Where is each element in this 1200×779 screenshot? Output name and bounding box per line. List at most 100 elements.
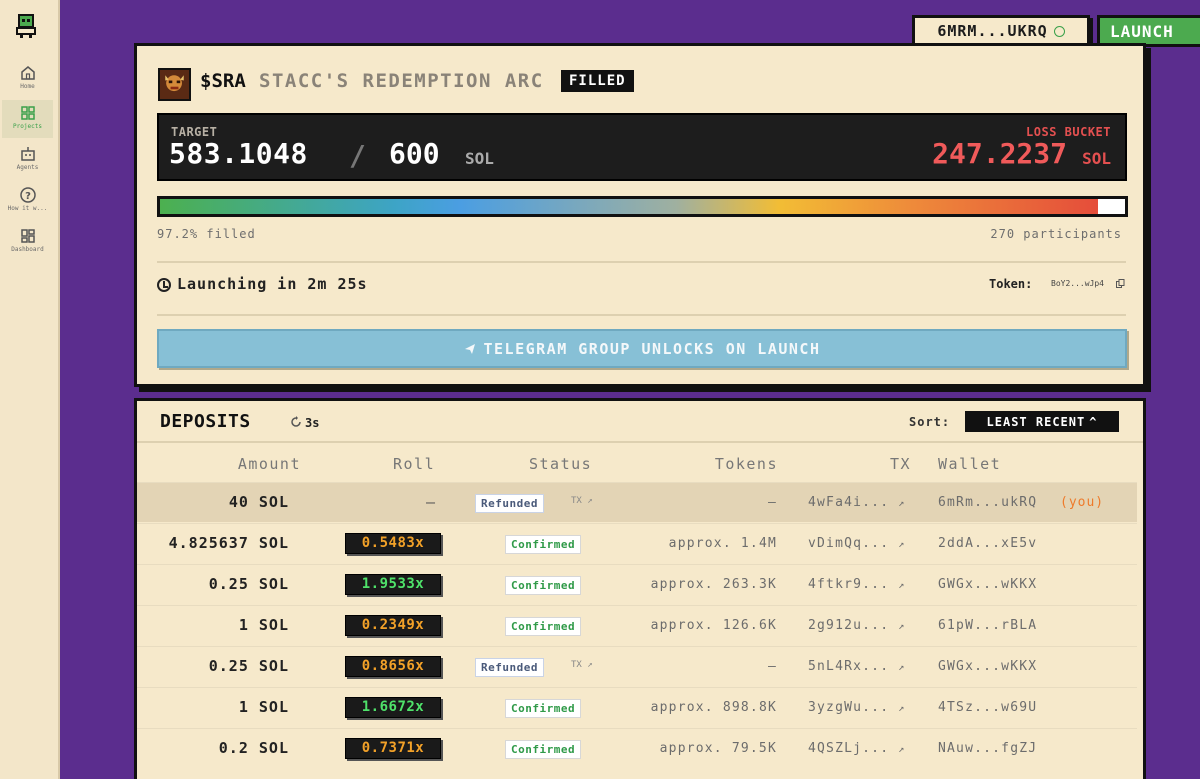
external-link-icon: ↗ <box>898 498 906 509</box>
table-row[interactable]: 0.25 SOL 0.8656x Refunded TX ↗ — 5nL4Rx... ↗ G… <box>137 646 1137 686</box>
tokens-cell: approx. 126.6K <box>650 618 777 633</box>
tx-link[interactable]: vDimQq... ↗ <box>808 536 906 551</box>
table-row[interactable]: 0.25 SOL 1.9533x Confirmed approx. 263.3K 4f… <box>137 564 1137 604</box>
tokens-cell: approx. 263.3K <box>650 577 777 592</box>
sidebar-item-agents[interactable]: Agents <box>2 141 53 179</box>
sidebar-item-label: Agents <box>16 164 39 171</box>
grid-icon <box>20 106 35 120</box>
sort-dropdown[interactable]: LEAST RECENT ^ <box>965 411 1119 432</box>
status-badge: Refunded <box>475 658 544 677</box>
loss-bucket-unit: SOL <box>1082 149 1111 168</box>
tx-link[interactable]: 2g912u... ↗ <box>808 618 906 633</box>
wallet-cell[interactable]: 6mRm...ukRQ <box>938 495 1037 510</box>
status-badge: Confirmed <box>505 699 582 718</box>
target-unit: SOL <box>465 149 494 168</box>
tx-link[interactable]: 4wFa4i... ↗ <box>808 495 906 510</box>
wallet-address: 6MRM...UKRQ <box>937 22 1048 40</box>
divider <box>157 314 1126 316</box>
table-row[interactable]: 0.2 SOL 0.7371x Confirmed approx. 79.5K 4QSZ… <box>137 728 1137 768</box>
sort-value: LEAST RECENT <box>986 414 1086 429</box>
external-link-icon: ↗ <box>898 703 906 714</box>
sidebar-item-label: Projects <box>13 123 42 130</box>
tx-link[interactable]: 4QSZLj... ↗ <box>808 741 906 756</box>
status-badge: Confirmed <box>505 740 582 759</box>
table-header: Amount Roll Status Tokens TX Wallet <box>137 441 1143 482</box>
amount-cell: 0.25 SOL <box>208 575 289 593</box>
roll-badge: 0.8656x <box>345 656 441 677</box>
check-circle-icon <box>1053 25 1065 37</box>
sidebar-item-projects[interactable]: Projects <box>2 100 53 138</box>
tokens-cell: approx. 1.4M <box>668 536 777 551</box>
refresh-icon[interactable] <box>290 416 302 428</box>
wallet-cell[interactable]: GWGx...wKKX <box>938 659 1037 674</box>
you-tag: (you) <box>1060 495 1105 510</box>
amount-cell: 4.825637 SOL <box>168 534 289 552</box>
target-max: 600 <box>389 137 440 170</box>
tx-hash: 3yzgWu... <box>808 700 890 715</box>
wallet-cell[interactable]: 61pW...rBLA <box>938 618 1037 633</box>
token-label: Token: <box>989 277 1033 291</box>
table-row[interactable]: 4.825637 SOL 0.5483x Confirmed approx. 1.4M… <box>137 523 1137 563</box>
status-badge: Confirmed <box>505 576 582 595</box>
sidebar-item-how-it-works[interactable]: ? How it w... <box>2 182 53 220</box>
wallet-cell[interactable]: 4TSz...w69U <box>938 700 1037 715</box>
roll-badge: 0.7371x <box>345 738 441 759</box>
roll-badge: 0.5483x <box>345 533 441 554</box>
sidebar-item-home[interactable]: Home <box>2 60 53 98</box>
column-header-amount[interactable]: Amount <box>238 455 301 473</box>
sidebar-item-label: Dashboard <box>11 246 44 253</box>
token-address[interactable]: BoY2...wJp4 <box>1051 279 1104 288</box>
progress-bar <box>157 196 1128 217</box>
tokens-cell: approx. 898.8K <box>650 700 777 715</box>
wallet-cell[interactable]: 2ddA...xE5v <box>938 536 1037 551</box>
tokens-cell: — <box>767 659 777 674</box>
copy-icon[interactable] <box>1116 279 1125 288</box>
question-icon: ? <box>19 187 36 203</box>
status-badge: Confirmed <box>505 535 582 554</box>
tx-hash: 4wFa4i... <box>808 495 890 510</box>
tx-hash: 4ftkr9... <box>808 577 890 592</box>
column-header-status[interactable]: Status <box>529 455 592 473</box>
tokens-cell: — <box>767 495 777 510</box>
telegram-icon <box>464 343 475 354</box>
refund-tx-link[interactable]: TX ↗ <box>571 496 593 506</box>
launch-countdown: Launching in 2m 25s <box>177 275 368 293</box>
external-link-icon: ↗ <box>898 580 906 591</box>
sidebar-item-dashboard[interactable]: Dashboard <box>2 223 53 261</box>
external-link-icon: ↗ <box>898 539 906 550</box>
tx-hash: 4QSZLj... <box>808 741 890 756</box>
external-link-icon: ↗ <box>898 621 906 632</box>
target-value: 583.1048 <box>169 137 308 170</box>
refresh-interval: 3s <box>305 416 320 430</box>
column-header-tx[interactable]: TX <box>890 455 911 473</box>
project-card: $SRA STACC'S REDEMPTION ARC FILLED TARGE… <box>134 43 1146 387</box>
tx-link[interactable]: 3yzgWu... ↗ <box>808 700 906 715</box>
tx-hash: 2g912u... <box>808 618 890 633</box>
wallet-cell[interactable]: NAuw...fgZJ <box>938 741 1037 756</box>
external-link-icon: ↗ <box>587 496 593 506</box>
table-row[interactable]: 1 SOL 0.2349x Confirmed approx. 126.6K 2g912… <box>137 605 1137 645</box>
amount-cell: 0.2 SOL <box>218 739 289 757</box>
refund-tx-link[interactable]: TX ↗ <box>571 660 593 670</box>
wallet-cell[interactable]: GWGx...wKKX <box>938 577 1037 592</box>
table-row[interactable]: 1 SOL 1.6672x Confirmed approx. 898.8K 3yzgW… <box>137 687 1137 727</box>
tx-link-label: TX <box>571 496 582 506</box>
tx-link[interactable]: 5nL4Rx... ↗ <box>808 659 906 674</box>
sidebar: Home Projects Agents ? How it w... Dashb… <box>0 0 60 779</box>
robot-logo-icon[interactable] <box>13 13 39 39</box>
svg-text:?: ? <box>25 191 31 202</box>
progress-fill <box>160 199 1098 214</box>
home-icon <box>20 66 35 80</box>
table-row[interactable]: 40 SOL — Refunded TX ↗ — 4wFa4i... ↗ 6mRm...uk… <box>137 482 1137 522</box>
tx-hash: 5nL4Rx... <box>808 659 890 674</box>
stats-panel: TARGET 583.1048 / 600 SOL LOSS BUCKET 24… <box>157 113 1127 181</box>
telegram-button[interactable]: TELEGRAM GROUP UNLOCKS ON LAUNCH <box>157 329 1127 368</box>
divider <box>157 261 1126 263</box>
column-header-wallet[interactable]: Wallet <box>938 455 1001 473</box>
status-badge: FILLED <box>561 70 634 92</box>
column-header-roll[interactable]: Roll <box>393 455 435 473</box>
external-link-icon: ↗ <box>587 660 593 670</box>
roll-cell: — <box>426 493 436 511</box>
column-header-tokens[interactable]: Tokens <box>715 455 778 473</box>
tx-link[interactable]: 4ftkr9... ↗ <box>808 577 906 592</box>
